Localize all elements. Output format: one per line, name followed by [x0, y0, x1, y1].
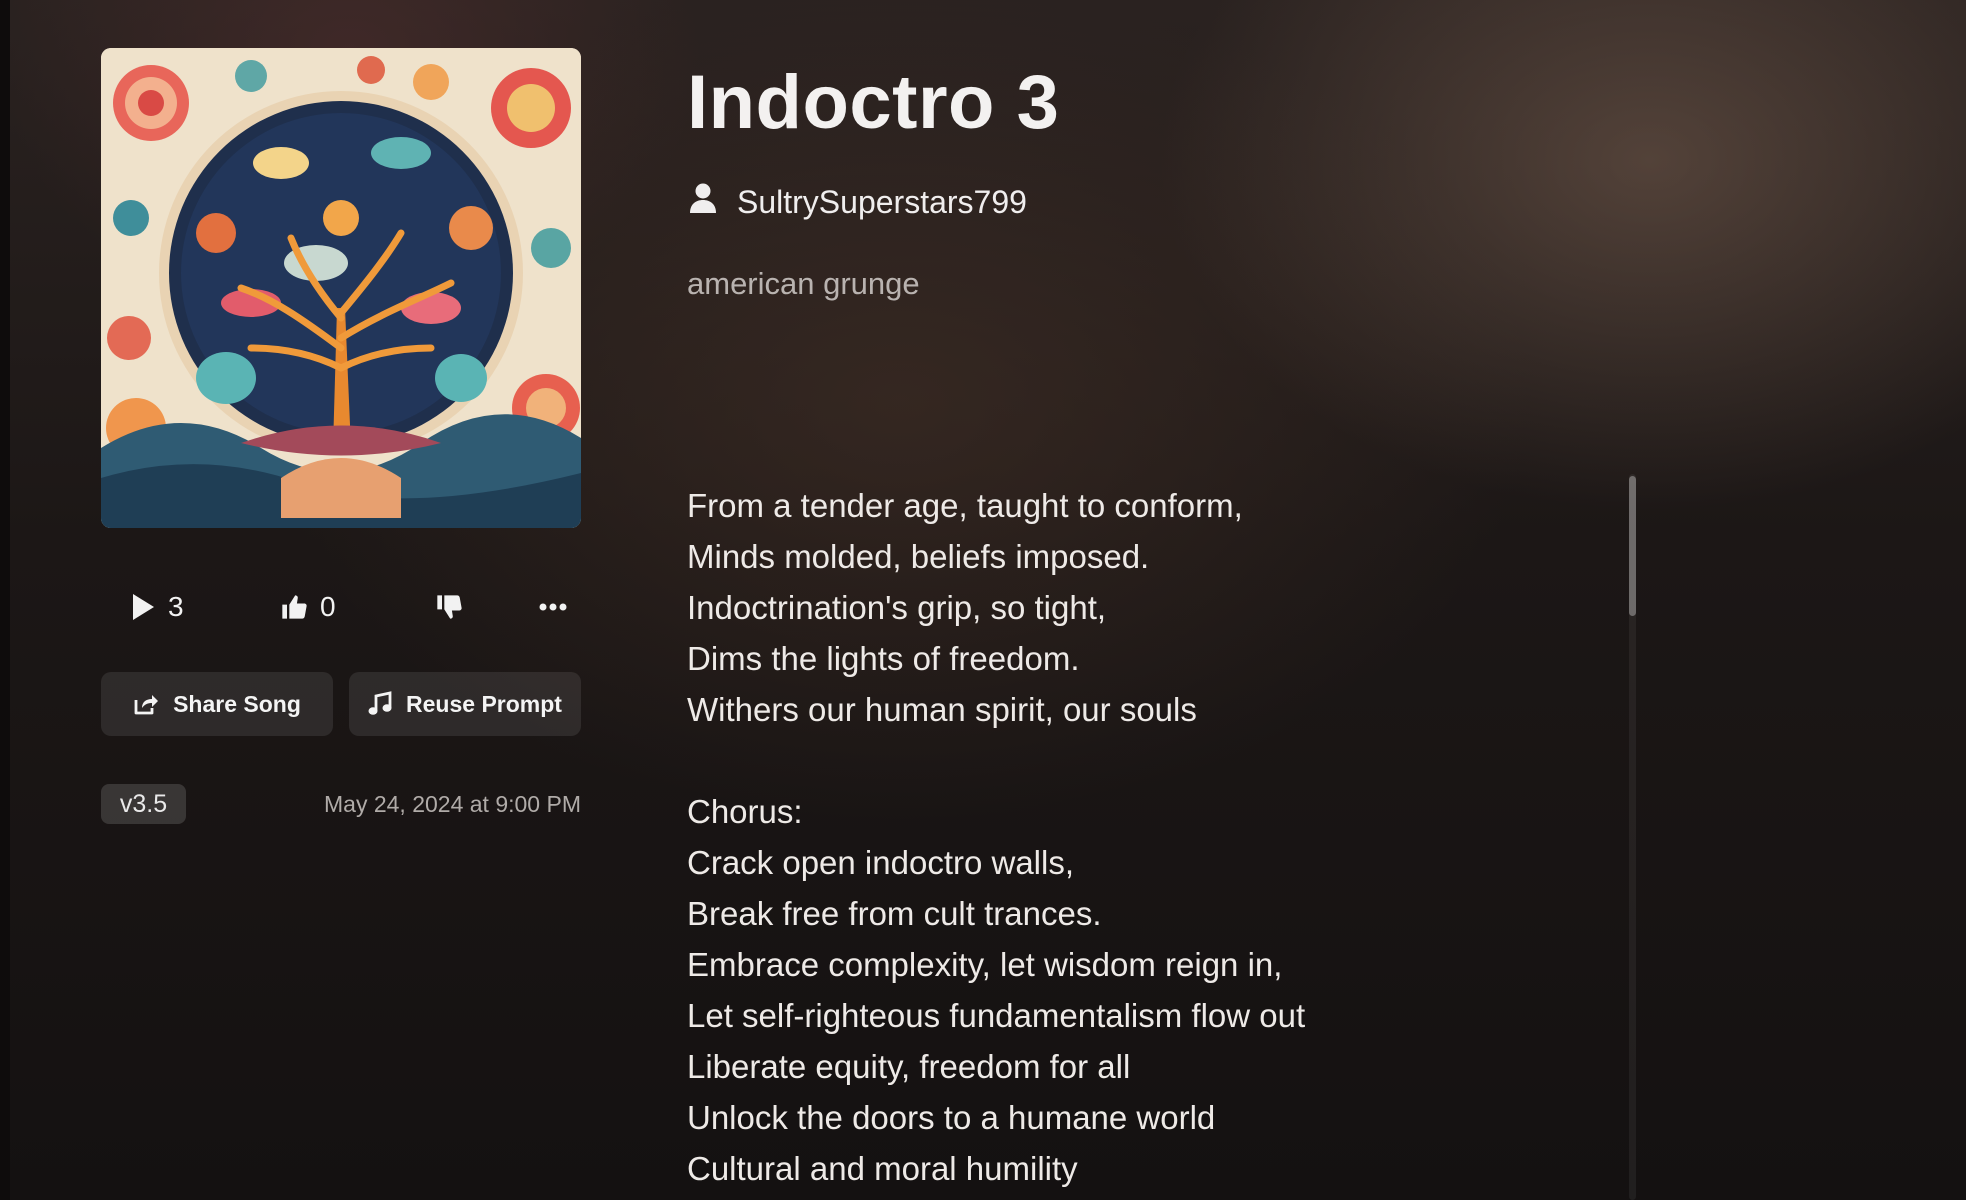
lyrics-line: Unlock the doors to a humane world — [687, 1099, 1216, 1136]
window-edge — [0, 0, 10, 1200]
lyrics: From a tender age, taught to conform, Mi… — [687, 480, 1305, 1194]
lyrics-line: From a tender age, taught to conform, — [687, 487, 1243, 524]
lyrics-line: Embrace complexity, let wisdom reign in, — [687, 946, 1283, 983]
lyrics-line: Cultural and moral humility — [687, 1150, 1078, 1187]
like-count[interactable]: 0 — [280, 587, 336, 627]
dislike-control[interactable] — [435, 587, 463, 627]
reuse-prompt-label: Reuse Prompt — [406, 690, 562, 717]
lyrics-line: Minds molded, beliefs imposed. — [687, 538, 1150, 575]
more-icon[interactable] — [539, 602, 567, 612]
lyrics-line: Withers our human spirit, our souls — [687, 691, 1197, 728]
author-name[interactable]: SultrySuperstars799 — [737, 184, 1027, 221]
play-count-value: 3 — [168, 591, 184, 622]
reuse-prompt-button[interactable]: Reuse Prompt — [349, 672, 581, 736]
thumbs-up-icon[interactable] — [280, 593, 308, 621]
lyrics-line: Crack open indoctro walls, — [687, 844, 1075, 881]
author-link[interactable]: SultrySuperstars799 — [689, 180, 1027, 224]
lyrics-line: Liberate equity, freedom for all — [687, 1048, 1131, 1085]
user-icon — [689, 182, 717, 222]
lyrics-line: Let self-righteous fundamentalism flow o… — [687, 997, 1306, 1034]
music-note-icon — [368, 691, 392, 717]
lyrics-line: Indoctrination's grip, so tight, — [687, 589, 1107, 626]
song-title: Indoctro 3 — [687, 60, 1060, 145]
share-icon — [133, 692, 159, 716]
model-version-badge: v3.5 — [101, 784, 186, 824]
lyrics-stanza-gap — [687, 735, 1305, 786]
lyrics-line: Chorus: — [687, 793, 803, 830]
song-genre: american grunge — [687, 266, 920, 301]
created-date: May 24, 2024 at 9:00 PM — [324, 790, 581, 817]
like-count-value: 0 — [320, 591, 336, 622]
song-cover-image[interactable] — [101, 48, 581, 528]
more-options[interactable] — [539, 587, 567, 627]
play-count[interactable]: 3 — [130, 587, 184, 627]
share-song-button[interactable]: Share Song — [101, 672, 333, 736]
lyrics-scrollbar-thumb[interactable] — [1629, 476, 1636, 616]
thumbs-down-icon[interactable] — [435, 593, 463, 621]
play-icon[interactable] — [130, 592, 156, 622]
share-song-label: Share Song — [173, 690, 301, 717]
lyrics-line: Dims the lights of freedom. — [687, 640, 1080, 677]
lyrics-line: Break free from cult trances. — [687, 895, 1102, 932]
